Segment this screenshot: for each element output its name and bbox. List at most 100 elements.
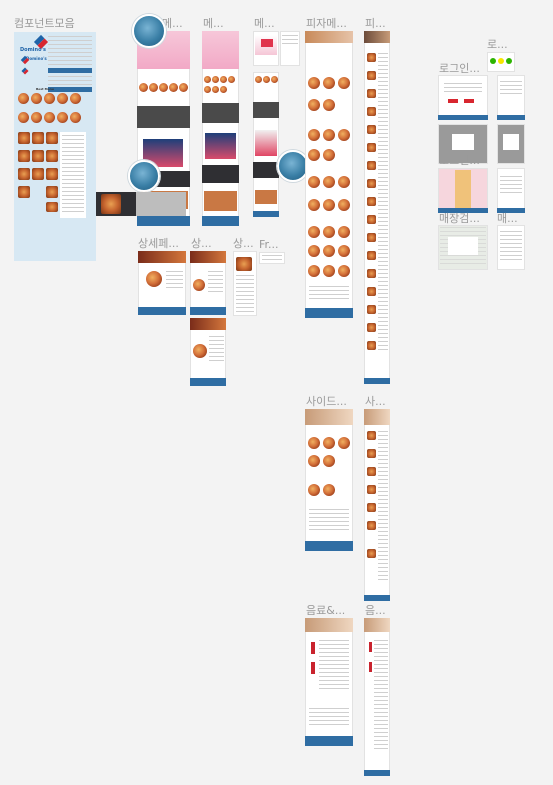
pizza-item[interactable] (323, 99, 335, 111)
pizza-thumbnail[interactable] (212, 86, 219, 93)
pizza-item[interactable] (367, 179, 376, 188)
pizza-item[interactable] (338, 176, 350, 188)
pizza-item[interactable] (367, 233, 376, 242)
dark-banner[interactable] (202, 103, 239, 123)
login-top-frame[interactable] (487, 52, 515, 72)
pizza-card-image[interactable] (18, 150, 30, 162)
pizza-item[interactable] (323, 176, 335, 188)
login-frame-2[interactable] (438, 168, 488, 213)
pizza-item[interactable] (323, 226, 335, 238)
pizza-menu-frame-1[interactable] (305, 31, 353, 318)
pizza-card-image[interactable] (32, 150, 44, 162)
dark-banner[interactable] (253, 162, 279, 178)
side-item[interactable] (367, 549, 376, 558)
pizza-card-image[interactable] (46, 132, 58, 144)
pizza-item[interactable] (308, 149, 320, 161)
frame-label-product-detail-3[interactable]: 상... (233, 235, 254, 251)
drinks-frame-2[interactable] (364, 618, 390, 776)
pizza-thumbnail[interactable] (57, 112, 68, 123)
side-item[interactable] (323, 484, 335, 496)
frame-label-pizza-menu-2[interactable]: 피... (365, 15, 386, 31)
side-item[interactable] (367, 521, 376, 530)
frame-label-components[interactable]: 컴포넌트모음 (14, 15, 75, 31)
components-button[interactable] (48, 87, 92, 92)
pizza-item[interactable] (367, 197, 376, 206)
store-popup[interactable] (448, 237, 478, 255)
pizza-card-image[interactable] (18, 168, 30, 180)
promo-banner[interactable] (202, 31, 239, 69)
pizza-thumbnail[interactable] (149, 83, 158, 92)
frame-label-pizza-menu-1[interactable]: 피자메... (306, 15, 347, 31)
pizza-thumbnail[interactable] (159, 83, 168, 92)
header-image[interactable] (305, 618, 353, 632)
store-search-frame[interactable] (438, 225, 488, 270)
frame-label-product-detail-2[interactable]: 상... (191, 235, 212, 251)
side-menu-frame-2[interactable] (364, 409, 390, 601)
pizza-item[interactable] (323, 129, 335, 141)
pizza-card-image[interactable] (18, 132, 30, 144)
pizza-item[interactable] (323, 245, 335, 257)
pizza-item[interactable] (367, 215, 376, 224)
pizza-card-image[interactable] (18, 186, 30, 198)
pizza-thumbnail[interactable] (57, 93, 68, 104)
dark-banner[interactable] (202, 165, 239, 183)
frame-label-fr[interactable]: Fr... (259, 238, 279, 251)
pizza-thumbnail[interactable] (31, 112, 42, 123)
frame-label-drinks-1[interactable]: 음료&... (306, 602, 345, 618)
frame-label-store-search[interactable]: 매장검... (439, 210, 480, 226)
pizza-item[interactable] (323, 149, 335, 161)
social-login-icon[interactable] (498, 58, 504, 64)
pizza-thumbnail[interactable] (70, 112, 81, 123)
signup-button[interactable] (464, 99, 474, 103)
pizza-thumbnail[interactable] (179, 83, 188, 92)
pizza-item[interactable] (338, 129, 350, 141)
main-frame-3-body[interactable] (253, 72, 279, 217)
modal-dialog[interactable] (452, 134, 474, 150)
pizza-thumbnail[interactable] (255, 76, 262, 83)
pizza-card-image[interactable] (46, 202, 58, 212)
side-item[interactable] (338, 437, 350, 449)
pizza-item[interactable] (308, 77, 320, 89)
pizza-card-image[interactable] (32, 132, 44, 144)
social-login-icon[interactable] (490, 58, 496, 64)
product-header-image[interactable] (190, 251, 226, 263)
side-item[interactable] (367, 431, 376, 440)
pizza-thumbnail[interactable] (204, 86, 211, 93)
login-dialog-frame-2[interactable] (497, 124, 525, 164)
pizza-item[interactable] (308, 245, 320, 257)
promo-card[interactable] (205, 133, 236, 159)
pizza-item[interactable] (308, 176, 320, 188)
modal-dialog[interactable] (503, 134, 519, 150)
pizza-item[interactable] (367, 107, 376, 116)
collaborator-avatar-icon[interactable] (128, 160, 160, 192)
promo-badge[interactable] (261, 39, 273, 47)
pizza-item[interactable] (338, 245, 350, 257)
frame-label-side-menu-2[interactable]: 사... (365, 393, 386, 409)
pizza-item[interactable] (308, 199, 320, 211)
pizza-thumbnail[interactable] (228, 76, 235, 83)
side-item[interactable] (367, 467, 376, 476)
pizza-item[interactable] (308, 129, 320, 141)
pizza-item[interactable] (367, 143, 376, 152)
components-button[interactable] (48, 68, 92, 73)
header-image[interactable] (364, 409, 390, 425)
product-detail-frame-2[interactable] (190, 251, 226, 315)
pizza-card-image[interactable] (32, 168, 44, 180)
pizza-item[interactable] (338, 199, 350, 211)
header-image[interactable] (305, 409, 353, 425)
pizza-thumbnail[interactable] (169, 83, 178, 92)
main-frame-2[interactable] (202, 31, 239, 226)
pizza-item[interactable] (308, 226, 320, 238)
pizza-thumbnail[interactable] (263, 76, 270, 83)
pizza-thumbnail[interactable] (204, 76, 211, 83)
side-item[interactable] (323, 437, 335, 449)
header-image[interactable] (364, 618, 390, 632)
pizza-thumbnail[interactable] (139, 83, 148, 92)
pizza-card-image[interactable] (46, 150, 58, 162)
product-detail-frame-2b[interactable] (190, 318, 226, 386)
frame-label-side-menu-1[interactable]: 사이드... (306, 393, 347, 409)
side-item[interactable] (367, 449, 376, 458)
main-frame-3[interactable] (253, 31, 279, 66)
frame-label-main-2[interactable]: 메... (203, 15, 224, 31)
pizza-menu-frame-2[interactable] (364, 31, 390, 384)
